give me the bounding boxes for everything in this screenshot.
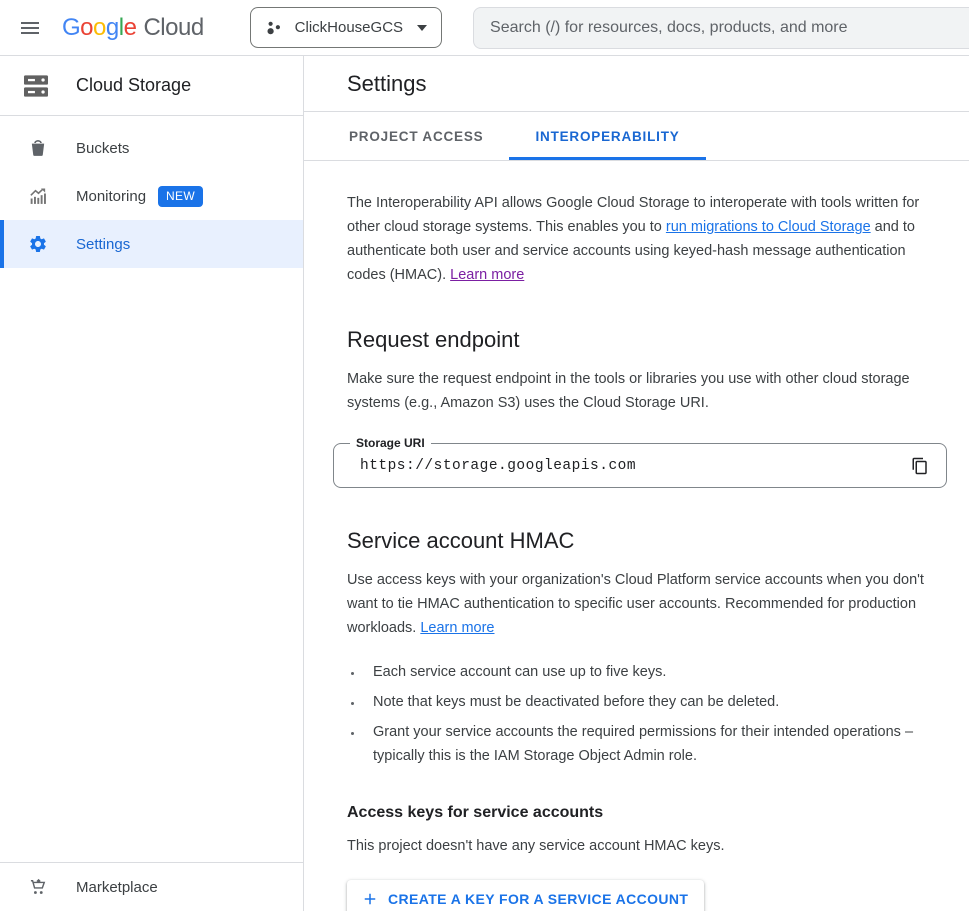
project-icon [265,19,283,37]
sidebar-navigation: Cloud Storage Buckets [0,56,304,911]
storage-uri-label: Storage URI [350,436,431,450]
service-account-hmac-heading: Service account HMAC [347,528,924,554]
gear-icon [28,234,48,254]
main-content: Settings PROJECT ACCESS INTEROPERABILITY… [304,56,969,911]
storage-uri-value: https://storage.googleapis.com [360,458,900,474]
monitoring-chart-icon [28,186,48,206]
logo-letter: G [62,14,80,42]
hamburger-icon [18,16,42,40]
run-migrations-link[interactable]: run migrations to Cloud Storage [666,219,871,235]
top-app-bar: G o o g l e Cloud ClickHouseGCS [0,0,969,56]
sidebar-spacer [0,268,303,862]
access-keys-heading: Access keys for service accounts [347,804,924,822]
service-account-hmac-text: Use access keys with your organization's… [347,568,924,640]
search-input[interactable] [490,19,962,37]
logo-letter: o [93,14,106,42]
logo-cloud-text: Cloud [143,14,203,42]
copy-button[interactable] [900,446,940,486]
list-item: Grant your service accounts the required… [363,720,924,768]
sidebar-item-label: Marketplace [76,879,158,896]
sidebar-item-label: Settings [76,236,130,253]
request-endpoint-text: Make sure the request endpoint in the to… [347,367,924,415]
sidebar-item-label: Monitoring [76,188,146,205]
copy-icon [911,457,929,475]
sidebar-item-label: Buckets [76,140,129,157]
create-key-button[interactable]: CREATE A KEY FOR A SERVICE ACCOUNT [347,880,704,911]
sidebar-footer: Marketplace [0,862,303,911]
tab-project-access[interactable]: PROJECT ACCESS [323,112,509,160]
hamburger-menu-button[interactable] [6,4,54,52]
bucket-icon [28,138,48,158]
learn-more-link-intro[interactable]: Learn more [450,267,524,283]
sidebar-item-marketplace[interactable]: Marketplace [0,863,303,911]
new-badge: NEW [158,186,203,207]
google-cloud-logo[interactable]: G o o g l e Cloud [62,14,204,42]
sidebar-item-monitoring[interactable]: Monitoring NEW [0,172,303,220]
list-item: Note that keys must be deactivated befor… [363,690,924,714]
interoperability-intro-text: The Interoperability API allows Google C… [347,191,924,287]
page-title: Settings [347,71,427,97]
tab-bar: PROJECT ACCESS INTEROPERABILITY [304,112,969,161]
product-title: Cloud Storage [76,75,191,96]
logo-letter: o [80,14,93,42]
storage-uri-field: Storage URI https://storage.googleapis.c… [333,443,947,488]
marketplace-cart-icon [28,877,48,897]
hmac-guidelines-list: Each service account can use up to five … [363,660,924,768]
project-name-label: ClickHouseGCS [295,19,403,36]
chevron-down-icon [417,25,427,31]
plus-icon [361,890,379,908]
cloud-storage-icon [20,70,52,102]
tab-interoperability[interactable]: INTEROPERABILITY [509,112,705,160]
logo-letter: g [106,14,119,42]
sidebar-item-settings[interactable]: Settings [0,220,303,268]
global-search-bar[interactable] [473,7,969,49]
project-selector-button[interactable]: ClickHouseGCS [250,7,442,48]
sidebar-product-header: Cloud Storage [0,56,303,116]
logo-letter: e [124,14,137,42]
request-endpoint-heading: Request endpoint [347,327,924,353]
create-key-button-label: CREATE A KEY FOR A SERVICE ACCOUNT [388,891,688,907]
empty-state-text: This project doesn't have any service ac… [347,834,924,858]
list-item: Each service account can use up to five … [363,660,924,684]
learn-more-link-hmac[interactable]: Learn more [420,620,494,636]
sidebar-item-buckets[interactable]: Buckets [0,124,303,172]
page-header: Settings [304,56,969,112]
